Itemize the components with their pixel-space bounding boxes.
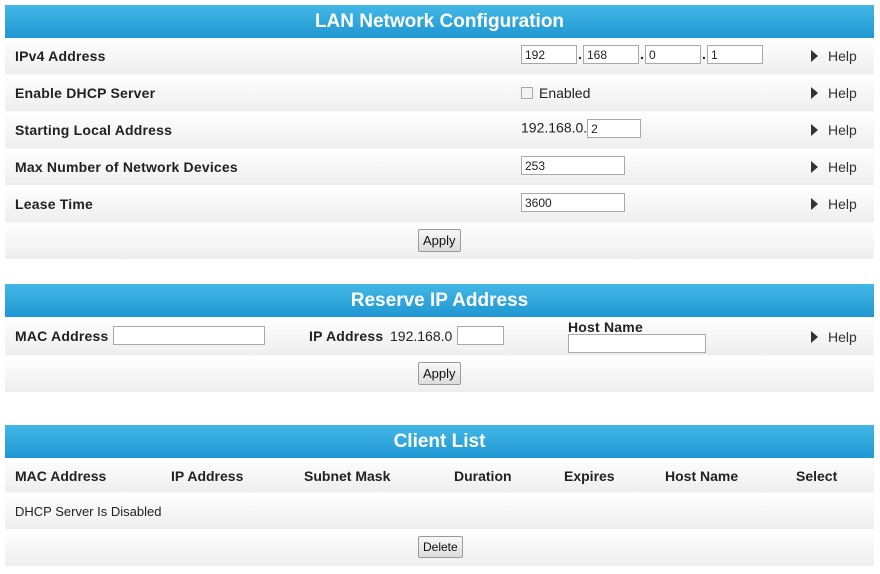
ipv4-octet-2[interactable]: [583, 45, 639, 64]
help-label: Help: [828, 196, 857, 212]
lease-time-control: [521, 193, 625, 212]
column-header-mac: MAC Address: [15, 468, 107, 484]
start-address-label: Starting Local Address: [15, 122, 173, 138]
client-list-status: DHCP Server Is Disabled: [15, 504, 162, 519]
lease-time-input[interactable]: [521, 193, 625, 212]
client-list-title: Client List: [5, 425, 874, 458]
triangle-right-icon: [811, 50, 818, 62]
ipv4-row: IPv4 Address ... Help: [5, 38, 874, 75]
column-header-select: Select: [796, 468, 838, 484]
reserve-host-input[interactable]: [568, 334, 706, 353]
start-address-input[interactable]: [587, 119, 642, 138]
reserve-ip-title: Reserve IP Address: [5, 284, 874, 317]
lan-config-title: LAN Network Configuration: [5, 5, 874, 38]
reserve-apply-row: Apply: [5, 356, 874, 392]
reserve-ip-label: IP Address: [309, 328, 384, 344]
reserve-ip-prefix: 192.168.0: [390, 328, 453, 344]
dhcp-enabled-checkbox[interactable]: [521, 87, 533, 99]
ipv4-octet-4[interactable]: [707, 45, 763, 64]
dhcp-control: Enabled: [521, 85, 590, 101]
dhcp-enabled-label: Enabled: [539, 85, 591, 101]
max-devices-input[interactable]: [521, 156, 625, 175]
start-address-help-link[interactable]: Help: [811, 122, 857, 138]
max-devices-help-link[interactable]: Help: [811, 159, 857, 175]
triangle-right-icon: [811, 331, 818, 343]
dhcp-help-link[interactable]: Help: [811, 85, 857, 101]
dhcp-label: Enable DHCP Server: [15, 85, 156, 101]
ipv4-help-link[interactable]: Help: [811, 48, 857, 64]
max-devices-control: [521, 156, 625, 175]
client-list-status-row: DHCP Server Is Disabled: [5, 493, 874, 530]
client-list-panel: Client List MAC Address IP Address Subne…: [5, 425, 874, 566]
reserve-help-link[interactable]: Help: [811, 329, 857, 345]
reserve-apply-button[interactable]: Apply: [418, 362, 461, 385]
column-header-subnet: Subnet Mask: [304, 468, 391, 484]
ipv4-label: IPv4 Address: [15, 48, 106, 64]
client-list-header-row: MAC Address IP Address Subnet Mask Durat…: [5, 458, 874, 493]
max-devices-label: Max Number of Network Devices: [15, 159, 238, 175]
lease-time-row: Lease Time Help: [5, 186, 874, 223]
lease-time-help-link[interactable]: Help: [811, 196, 857, 212]
column-header-expires: Expires: [564, 468, 615, 484]
max-devices-row: Max Number of Network Devices Help: [5, 149, 874, 186]
start-address-row: Starting Local Address 192.168.0. Help: [5, 112, 874, 149]
column-header-duration: Duration: [454, 468, 512, 484]
triangle-right-icon: [811, 198, 818, 210]
reserve-mac-label: MAC Address: [15, 328, 109, 344]
reserve-host-label: Host Name: [568, 319, 643, 335]
client-delete-row: Delete: [5, 530, 874, 566]
reserve-ip-panel: Reserve IP Address MAC Address IP Addres…: [5, 284, 874, 392]
start-address-control: 192.168.0.: [521, 119, 642, 138]
dhcp-row: Enable DHCP Server Enabled Help: [5, 75, 874, 112]
help-label: Help: [828, 329, 857, 345]
column-header-ip: IP Address: [171, 468, 244, 484]
reserve-ip-input[interactable]: [457, 326, 504, 345]
ipv4-octet-1[interactable]: [521, 45, 577, 64]
lan-apply-button[interactable]: Apply: [418, 229, 461, 252]
lease-time-label: Lease Time: [15, 196, 94, 212]
ipv4-octet-3[interactable]: [645, 45, 701, 64]
help-label: Help: [828, 122, 857, 138]
ipv4-inputs: ...: [521, 45, 763, 64]
triangle-right-icon: [811, 124, 818, 136]
help-label: Help: [828, 48, 857, 64]
lan-config-panel: LAN Network Configuration IPv4 Address .…: [5, 5, 874, 259]
triangle-right-icon: [811, 161, 818, 173]
lan-apply-row: Apply: [5, 223, 874, 259]
help-label: Help: [828, 159, 857, 175]
reserve-ip-row: MAC Address IP Address 192.168.0 Host Na…: [5, 317, 874, 356]
client-delete-button[interactable]: Delete: [418, 536, 463, 558]
reserve-mac-input[interactable]: [113, 326, 265, 345]
triangle-right-icon: [811, 87, 818, 99]
start-address-prefix: 192.168.0.: [521, 119, 588, 136]
help-label: Help: [828, 85, 857, 101]
column-header-host: Host Name: [665, 468, 739, 484]
